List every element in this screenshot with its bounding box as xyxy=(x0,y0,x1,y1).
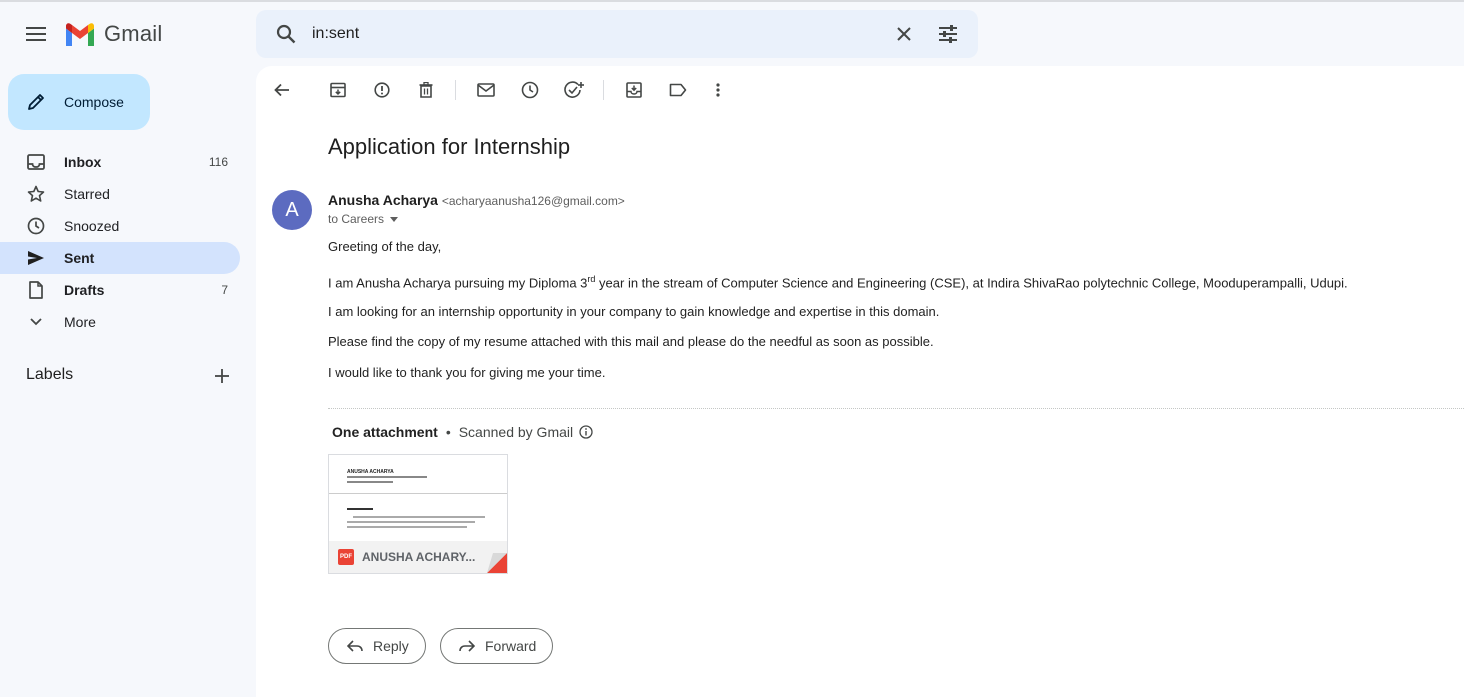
sidebar-item-sent[interactable]: Sent xyxy=(0,242,240,274)
main-menu-button[interactable] xyxy=(14,12,58,56)
hamburger-icon xyxy=(26,27,46,41)
star-icon xyxy=(26,184,46,204)
attachment-header: One attachment • Scanned by Gmail xyxy=(332,424,593,440)
attachment-count: One attachment xyxy=(332,424,438,440)
sidebar-item-more[interactable]: More xyxy=(0,306,240,338)
search-bar xyxy=(256,10,978,58)
forward-arrow-icon xyxy=(459,640,475,652)
move-to-icon[interactable] xyxy=(622,78,646,102)
draft-icon xyxy=(26,280,46,300)
sidebar-item-label: Starred xyxy=(64,186,110,202)
body-line: I am Anusha Acharya pursuing my Diploma … xyxy=(328,274,1348,290)
message-view: Application for Internship A Anusha Acha… xyxy=(256,66,1464,697)
app-name: Gmail xyxy=(104,21,163,46)
compose-button[interactable]: Compose xyxy=(8,74,150,130)
body-line: Please find the copy of my resume attach… xyxy=(328,334,934,349)
clock-icon xyxy=(26,216,46,236)
sidebar-item-starred[interactable]: Starred xyxy=(0,178,240,210)
archive-icon[interactable] xyxy=(326,78,350,102)
reply-button[interactable]: Reply xyxy=(328,628,426,664)
forward-button[interactable]: Forward xyxy=(440,628,554,664)
attachment-preview: ANUSHA ACHARYA xyxy=(329,455,507,541)
add-label-icon[interactable] xyxy=(210,364,234,388)
recipient-label: to Careers xyxy=(328,212,385,226)
email-subject: Application for Internship xyxy=(328,134,571,159)
sender-name[interactable]: Anusha Acharya xyxy=(328,192,438,208)
unread-count: 116 xyxy=(208,155,228,169)
chevron-down-icon xyxy=(26,312,46,332)
label-icon[interactable] xyxy=(666,78,690,102)
sidebar-item-label: Sent xyxy=(64,250,95,266)
send-icon xyxy=(26,248,46,268)
inbox-icon xyxy=(26,152,46,172)
forward-label: Forward xyxy=(485,638,537,654)
labels-heading: Labels xyxy=(26,366,74,383)
gmail-m-icon xyxy=(64,22,96,46)
mark-unread-icon[interactable] xyxy=(474,78,498,102)
body-line: I would like to thank you for giving me … xyxy=(328,365,606,380)
sidebar-item-drafts[interactable]: Drafts 7 xyxy=(0,274,240,306)
body-text: I am Anusha Acharya pursuing my Diploma … xyxy=(328,275,588,291)
preview-title: ANUSHA ACHARYA xyxy=(347,469,394,475)
search-input[interactable] xyxy=(312,22,872,46)
toolbar-divider xyxy=(455,80,456,100)
reply-label: Reply xyxy=(373,638,409,654)
report-spam-icon[interactable] xyxy=(370,78,394,102)
pencil-icon xyxy=(26,92,46,112)
top-border xyxy=(0,0,1464,2)
clear-search-icon[interactable] xyxy=(886,16,922,52)
attachment-card[interactable]: ANUSHA ACHARYA PDF ANUSHA ACHARY... xyxy=(328,454,508,574)
search-options-icon[interactable] xyxy=(930,16,966,52)
preview-text-line xyxy=(347,476,427,478)
add-task-icon[interactable] xyxy=(562,78,586,102)
sender-line: Anusha Acharya <acharyaanusha126@gmail.c… xyxy=(328,192,625,208)
gmail-logo[interactable]: Gmail xyxy=(64,20,162,48)
separator-dot: • xyxy=(445,424,451,440)
sidebar-item-label: Snoozed xyxy=(64,218,120,234)
compose-label: Compose xyxy=(64,94,124,110)
preview-text-line xyxy=(347,481,393,483)
page-fold-icon xyxy=(467,553,507,573)
body-text: year in the stream of Computer Science a… xyxy=(595,275,1348,291)
pdf-icon: PDF xyxy=(338,549,354,565)
back-arrow-icon[interactable] xyxy=(270,78,294,102)
search-icon[interactable] xyxy=(268,16,304,52)
body-greeting: Greeting of the day, xyxy=(328,239,442,254)
info-icon[interactable] xyxy=(579,425,593,439)
sidebar-item-inbox[interactable]: Inbox 116 xyxy=(0,146,240,178)
sender-avatar[interactable]: A xyxy=(272,190,312,230)
attachment-divider xyxy=(328,408,1464,409)
reply-arrow-icon xyxy=(347,640,363,652)
draft-count: 7 xyxy=(221,283,228,297)
preview-text-line xyxy=(347,526,467,528)
caret-down-icon[interactable] xyxy=(390,216,399,222)
sender-email: <acharyaanusha126@gmail.com> xyxy=(441,194,625,208)
sidebar-item-label: More xyxy=(64,314,96,330)
preview-text-line xyxy=(347,521,475,523)
body-line: I am looking for an internship opportuni… xyxy=(328,304,940,319)
preview-rule xyxy=(329,493,507,494)
attachment-filename: ANUSHA ACHARY... xyxy=(362,550,476,564)
preview-text-line xyxy=(353,516,485,518)
snooze-icon[interactable] xyxy=(518,78,542,102)
sidebar-item-label: Drafts xyxy=(64,282,105,298)
scan-status: Scanned by Gmail xyxy=(458,424,574,440)
sidebar-item-label: Inbox xyxy=(64,154,102,170)
delete-icon[interactable] xyxy=(414,78,438,102)
more-vert-icon[interactable] xyxy=(706,78,730,102)
toolbar-divider xyxy=(603,80,604,100)
sidebar-item-snoozed[interactable]: Snoozed xyxy=(0,210,240,242)
sidebar-nav: Inbox 116 Starred Snoozed Sent Drafts 7 … xyxy=(0,146,240,338)
recipient-line: to Careers xyxy=(328,212,399,226)
preview-section-line xyxy=(347,508,373,510)
